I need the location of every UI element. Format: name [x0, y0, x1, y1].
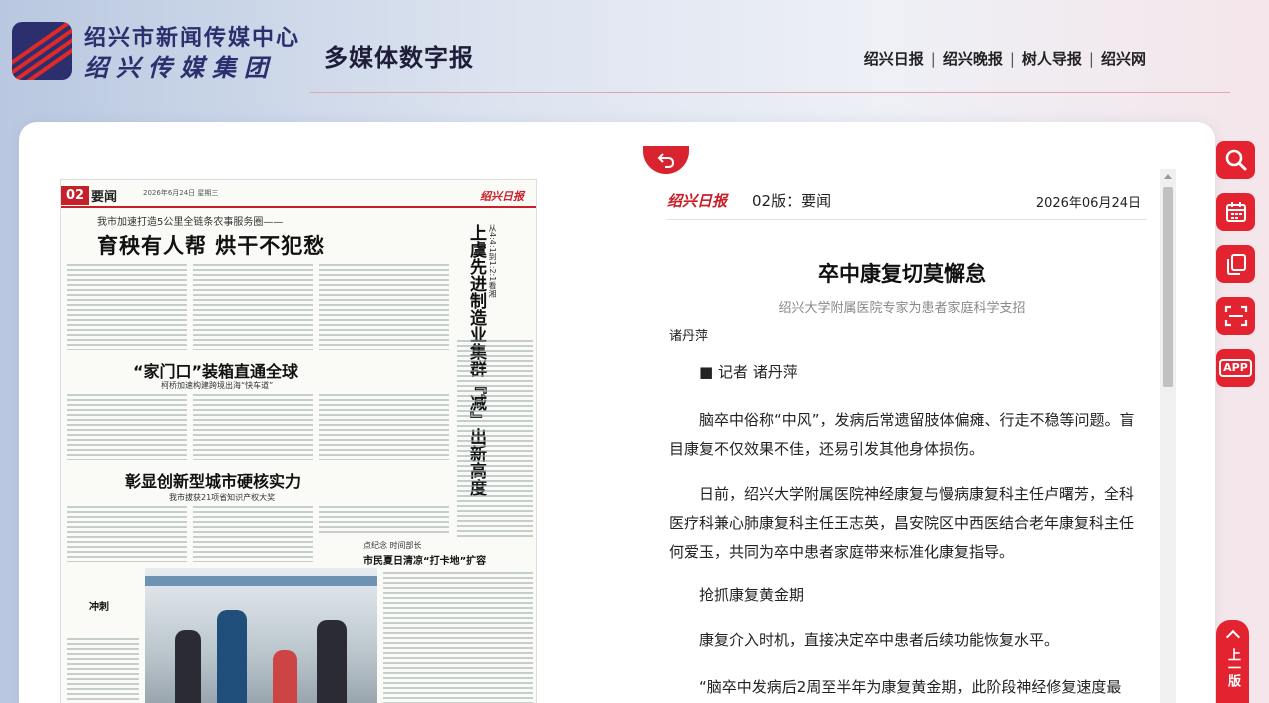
article-paragraph: 日前，绍兴大学附属医院神经康复与慢病康复科主任卢曙芳，全科医疗科兼心肺康复科主任…	[669, 485, 1135, 561]
text-column	[67, 506, 187, 562]
header-divider	[310, 92, 1230, 93]
text-column	[193, 264, 313, 350]
paper-section: 要闻	[91, 190, 118, 205]
paper-kicker[interactable]: 我市加速打造5公里全链条农事服务圈——	[97, 213, 283, 228]
text-column	[193, 394, 313, 460]
article-paragraph: 康复介入时机，直接决定卒中患者后续功能恢复水平。	[699, 631, 1060, 649]
app-icon: APP	[1219, 359, 1252, 377]
text-column	[67, 394, 187, 460]
scan-button[interactable]	[1216, 297, 1255, 335]
article-author: 诸丹萍	[669, 329, 709, 344]
paper-brand: 绍兴日报	[480, 190, 524, 203]
site-header: 绍兴市新闻传媒中心 绍兴传媒集团 多媒体数字报 绍兴日报 | 绍兴晚报 | 树人…	[0, 0, 1269, 93]
search-icon	[1225, 149, 1246, 171]
article-date: 2026年06月24日	[1035, 196, 1141, 211]
right-toolbar: APP	[1216, 141, 1255, 401]
back-button[interactable]	[643, 146, 689, 174]
article-brand: 绍兴日报	[667, 192, 728, 210]
text-column	[193, 506, 313, 562]
nav-shaoxing-daily[interactable]: 绍兴日报	[857, 48, 931, 69]
page-list-button[interactable]	[1216, 245, 1255, 283]
article-section-heading: 抢抓康复黄金期	[699, 586, 805, 604]
article-scrollbar[interactable]	[1160, 169, 1176, 703]
logo-icon[interactable]	[12, 22, 72, 80]
text-column	[319, 264, 449, 350]
copy-icon	[1226, 254, 1246, 275]
paper-subheadline: 我市拔获21项省知识产权大奖	[169, 493, 276, 502]
paper-page-number: 02	[61, 186, 90, 205]
main-card: 02 要闻 2026年6月24日 星期三 绍兴日报 我市加速打造5公里全链条农事…	[19, 122, 1215, 703]
newspaper-page-image[interactable]: 02 要闻 2026年6月24日 星期三 绍兴日报 我市加速打造5公里全链条农事…	[60, 179, 537, 703]
article-paragraph: ■ 记者 诸丹萍	[699, 363, 798, 381]
paper-subheadline: 柯桥加速构建跨境出海“快车道”	[161, 381, 274, 390]
paper-caption-small: 点纪念 时间部长	[363, 541, 422, 550]
top-nav: 绍兴日报 | 绍兴晚报 | 树人导报 | 绍兴网	[857, 48, 1153, 69]
text-column	[319, 394, 449, 460]
article-body: 卒中康复切莫懈怠 绍兴大学附属医院专家为患者家庭科学支招 诸丹萍 ■ 记者 诸丹…	[667, 222, 1151, 703]
text-column	[319, 506, 449, 536]
paper-headline[interactable]: 育秧有人帮 烘干不犯愁	[97, 230, 325, 260]
paper-headline[interactable]: “家门口”装箱直通全球	[133, 358, 298, 382]
logo-line2: 绍兴传媒集团	[84, 53, 276, 82]
paper-photo[interactable]	[145, 568, 377, 703]
previous-page-label: 上一版	[1225, 648, 1240, 687]
paper-headline[interactable]: 市民夏日清凉“打卡地”扩容	[363, 552, 486, 567]
previous-page-button[interactable]: 上一版	[1216, 620, 1249, 703]
return-arrow-icon	[657, 153, 675, 168]
text-column	[67, 264, 187, 350]
text-column	[67, 638, 139, 703]
article-title: 卒中康复切莫懈怠	[818, 262, 986, 286]
paper-masthead: 02 要闻 2026年6月24日 星期三 绍兴日报	[61, 186, 536, 208]
scroll-thumb[interactable]	[1163, 187, 1173, 387]
article-paragraph: 脑卒中俗称“中风”，发病后常遗留肢体偏瘫、行走不稳等问题。盲目康复不仅效果不佳，…	[669, 411, 1135, 458]
paper-date: 2026年6月24日 星期三	[143, 189, 219, 197]
paper-vertical-kicker: 从4:4:1到1:2:1看湘	[488, 224, 497, 298]
article-subtitle: 绍兴大学附属医院专家为患者家庭科学支招	[778, 301, 1026, 316]
article-paragraph: “脑卒中发病后2周至半年为康复黄金期，此阶段神经修复速度最	[699, 678, 1122, 696]
article-page-label[interactable]: 02版：要闻	[752, 190, 831, 211]
calendar-icon	[1225, 202, 1246, 222]
nav-shaoxing-evening[interactable]: 绍兴晚报	[936, 48, 1010, 69]
chevron-up-icon	[1225, 629, 1240, 645]
scan-icon	[1224, 305, 1247, 327]
nav-shuren-guide[interactable]: 树人导报	[1015, 48, 1089, 69]
calendar-button[interactable]	[1216, 193, 1255, 231]
text-column	[457, 340, 533, 540]
app-download-button[interactable]: APP	[1216, 349, 1255, 387]
paper-photo-title: 冲刺	[89, 602, 109, 613]
scroll-up-arrow-icon[interactable]	[1160, 169, 1176, 183]
paper-headline[interactable]: 彰显创新型城市硬核实力	[125, 468, 301, 492]
text-column	[383, 572, 533, 703]
nav-shaoxing-net[interactable]: 绍兴网	[1094, 48, 1153, 69]
article-header: 绍兴日报 02版：要闻 2026年06月24日	[667, 186, 1147, 220]
search-button[interactable]	[1216, 141, 1255, 179]
site-title: 多媒体数字报	[324, 44, 474, 72]
